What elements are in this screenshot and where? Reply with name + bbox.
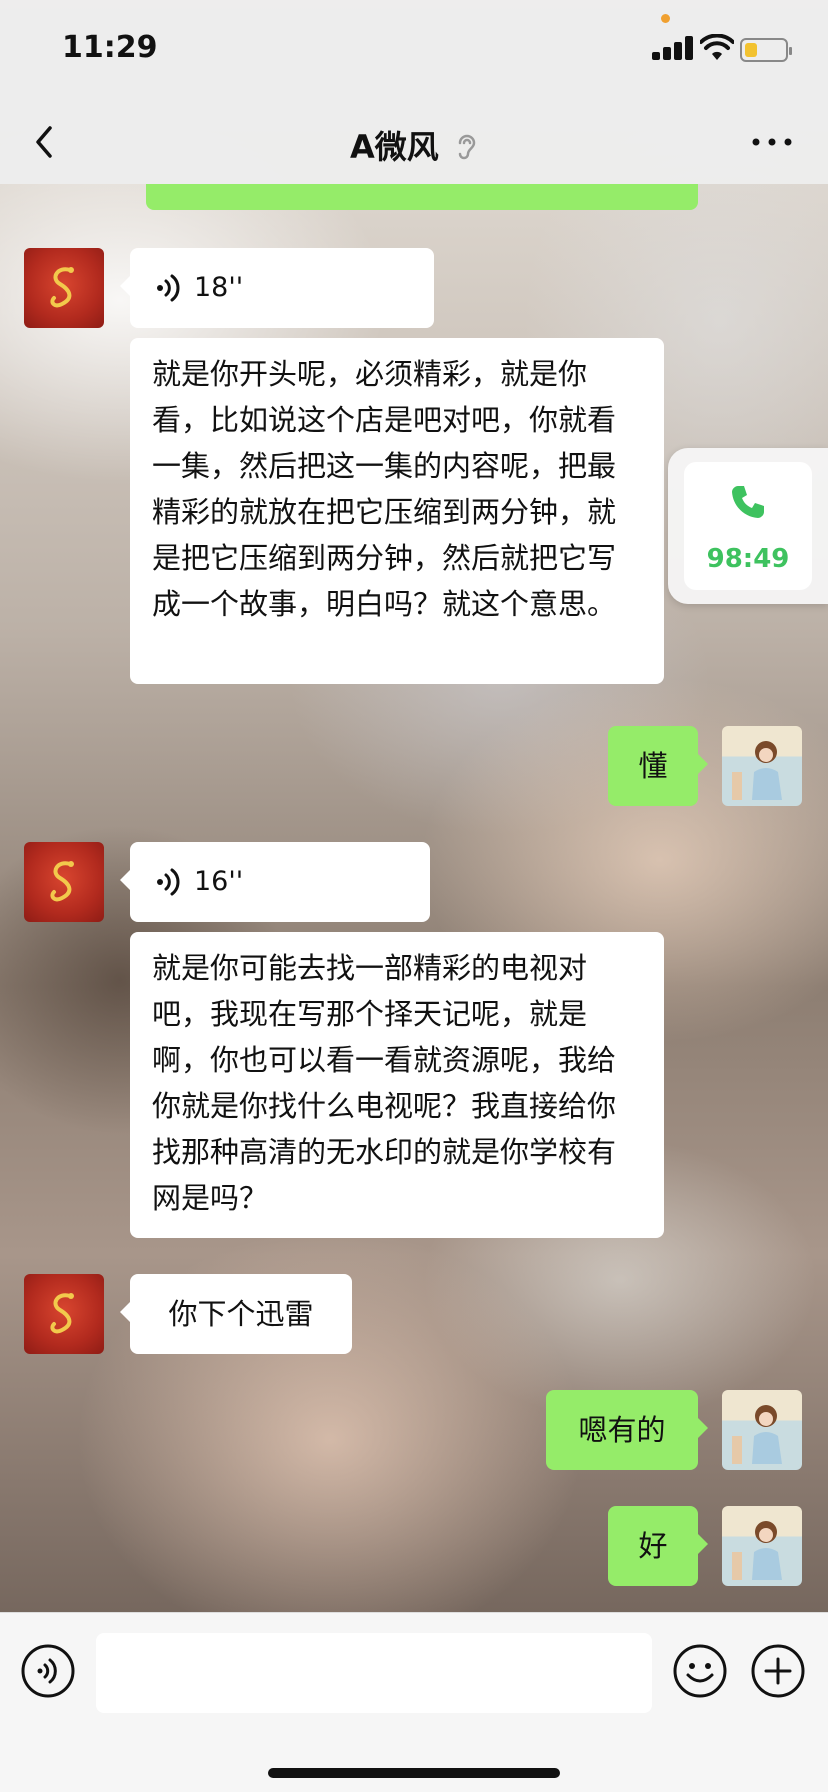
voice-duration: 18'' [194,272,244,303]
contact-avatar[interactable] [24,1274,104,1354]
message-text: 嗯有的 [578,1413,666,1447]
contact-avatar[interactable] [24,842,104,922]
message-bubble-outgoing[interactable]: 懂 [608,726,708,806]
plus-button[interactable] [750,1643,806,1699]
chat-title: A微风 [350,128,439,166]
voice-message: 16'' [130,842,430,922]
battery-level [745,43,757,57]
status-time: 11:29 [62,30,158,65]
voice-message: 18'' [130,248,434,328]
girl-avatar-icon [732,1405,782,1464]
chat-message-list[interactable]: 18'' 就是你开头呢，必须精彩，就是你看，比如说这个店是吧对吧，你就看一集，然… [0,184,828,1612]
user-avatar[interactable] [722,726,802,806]
voice-duration: 16'' [194,866,244,897]
dragon-avatar-icon [50,267,74,308]
message-bubble-outgoing[interactable] [146,184,698,210]
user-avatar[interactable] [722,1390,802,1470]
input-bar [0,1612,828,1792]
voice-input-button[interactable] [20,1643,76,1699]
home-indicator [268,1768,560,1778]
dragon-avatar-icon [50,861,74,902]
battery-icon [740,38,792,62]
privacy-indicator-dot [661,14,670,23]
contact-avatar[interactable] [24,248,104,328]
call-widget-card: 98:49 [684,462,812,590]
wifi-icon [700,34,734,60]
girl-avatar-icon [732,741,782,800]
girl-avatar-icon [732,1521,782,1580]
message-text: 好 [638,1529,668,1563]
message-text: 你下个迅雷 [168,1297,314,1331]
message-input[interactable] [96,1633,652,1713]
message-bubble-incoming[interactable]: 就是你可能去找一部精彩的电视对吧，我现在写那个择天记呢，就是啊，你也可以看一看就… [130,932,664,1238]
ear-icon [458,134,476,160]
more-options-button[interactable] [744,124,800,160]
call-duration: 98:49 [706,544,790,574]
message-bubble-incoming[interactable]: 你下个迅雷 [120,1274,352,1354]
status-bar: 11:29 [0,0,828,100]
dragon-avatar-icon [50,1293,74,1334]
cellular-signal-icon [652,36,700,60]
user-avatar[interactable] [722,1506,802,1586]
chat-header: A微风 [0,100,828,184]
phone-icon [732,486,764,518]
floating-call-widget[interactable]: 98:49 [668,448,828,604]
message-text: 懂 [638,749,668,783]
voice-wave-icon [157,274,180,302]
message-bubble-outgoing[interactable]: 好 [608,1506,708,1586]
chat-title-wrap: A微风 [0,122,828,168]
message-text: 就是你开头呢，必须精彩，就是你看，比如说这个店是吧对吧，你就看一集，然后把这一集… [152,357,617,621]
message-bubble-incoming[interactable]: 就是你开头呢，必须精彩，就是你看，比如说这个店是吧对吧，你就看一集，然后把这一集… [130,338,664,684]
voice-wave-icon [157,868,180,896]
message-text: 就是你可能去找一部精彩的电视对吧，我现在写那个择天记呢，就是啊，你也可以看一看就… [152,951,617,1215]
emoji-button[interactable] [672,1643,728,1699]
voice-message-bubble[interactable]: 16'' [120,842,430,922]
message-bubble-outgoing[interactable]: 嗯有的 [546,1390,708,1470]
voice-message-bubble[interactable]: 18'' [120,248,434,328]
